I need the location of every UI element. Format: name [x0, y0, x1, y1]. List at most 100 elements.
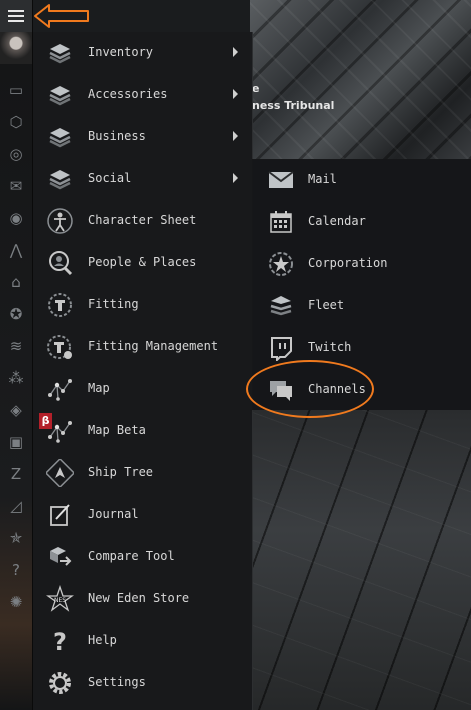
menu-item-accessories[interactable]: Accessories — [33, 74, 252, 116]
menu-item-label: Fitting Management — [88, 339, 219, 353]
chevron-right-icon — [233, 89, 238, 99]
journal-icon[interactable]: ◿ — [0, 490, 32, 522]
compare-icon — [44, 541, 76, 573]
main-menu-panel: Inventory Accessories Business Social Charac… — [33, 32, 253, 710]
stack-icon — [44, 121, 76, 153]
menu-item-label: Social — [88, 171, 132, 185]
menu-item-new-eden-store[interactable]: NES New Eden Store — [33, 578, 252, 620]
annotation-arrow — [34, 4, 89, 28]
mail-icon — [265, 164, 297, 196]
ship-tree-icon — [44, 457, 76, 489]
stack-icon — [44, 163, 76, 195]
menu-item-label: Map — [88, 381, 110, 395]
submenu-item-fleet[interactable]: Fleet — [252, 285, 471, 327]
social-submenu-panel: Mail Calendar Corporation Fleet Twitch Channe… — [252, 159, 471, 410]
chevron-right-icon — [233, 47, 238, 57]
submenu-item-label: Channels — [308, 382, 366, 396]
menu-item-social[interactable]: Social — [33, 158, 252, 200]
nes-icon: NES — [44, 583, 76, 615]
menu-item-label: Fitting — [88, 297, 139, 311]
submenu-item-corporation[interactable]: Corporation — [252, 243, 471, 285]
stack-icon — [44, 37, 76, 69]
menu-item-label: Business — [88, 129, 146, 143]
mail-icon[interactable]: ✉ — [0, 170, 32, 202]
submenu-item-label: Corporation — [308, 256, 388, 270]
menu-item-label: New Eden Store — [88, 591, 190, 605]
gear-icon — [44, 667, 76, 699]
nes-star-icon[interactable]: ✯ — [0, 522, 32, 554]
coin-icon[interactable]: ◉ — [0, 202, 32, 234]
menu-item-fitting[interactable]: Fitting — [33, 284, 252, 326]
journal-icon — [44, 499, 76, 531]
fleet-icon — [265, 290, 297, 322]
channels-icon — [265, 374, 297, 406]
chat-icon[interactable]: ▭ — [0, 74, 32, 106]
chevron-right-icon — [233, 173, 238, 183]
menu-item-label: People & Places — [88, 255, 197, 269]
menu-item-label: Ship Tree — [88, 465, 154, 479]
submenu-item-label: Calendar — [308, 214, 366, 228]
submenu-item-label: Fleet — [308, 298, 345, 312]
z-icon[interactable]: Z — [0, 458, 32, 490]
twitch-icon — [265, 332, 297, 364]
menu-item-character-sheet[interactable]: Character Sheet — [33, 200, 252, 242]
menu-item-label: Help — [88, 633, 117, 647]
submenu-item-label: Mail — [308, 172, 337, 186]
box-icon[interactable]: ⬡ — [0, 106, 32, 138]
help-icon: ? — [44, 625, 76, 657]
menu-item-people-places[interactable]: People & Places — [33, 242, 252, 284]
menu-item-label: Compare Tool — [88, 549, 175, 563]
menu-item-label: Accessories — [88, 87, 168, 101]
stack-icon — [44, 79, 76, 111]
calendar-icon — [265, 206, 297, 238]
factory-icon[interactable]: ⌂ — [0, 266, 32, 298]
space-station-view-bottom — [250, 410, 471, 710]
menu-item-label: Character Sheet — [88, 213, 197, 227]
menu-item-label: Inventory — [88, 45, 154, 59]
hamburger-line-icon — [8, 15, 24, 17]
fitting-management-icon — [44, 331, 76, 363]
star-badge-icon[interactable]: ✪ — [0, 298, 32, 330]
menu-item-fitting-management[interactable]: Fitting Management — [33, 326, 252, 368]
svg-text:NES: NES — [54, 597, 66, 604]
menu-item-ship-tree[interactable]: Ship Tree — [33, 452, 252, 494]
scene-caption-top: e — [252, 82, 260, 95]
window-icon[interactable]: ▣ — [0, 426, 32, 458]
beta-badge: β — [39, 413, 52, 429]
ship-icon[interactable]: ◈ — [0, 394, 32, 426]
menu-item-label: Journal — [88, 507, 139, 521]
search-person-icon[interactable]: ◎ — [0, 138, 32, 170]
menu-item-journal[interactable]: Journal — [33, 494, 252, 536]
space-station-view-top — [250, 0, 471, 160]
menu-item-business[interactable]: Business — [33, 116, 252, 158]
menu-item-map[interactable]: Map — [33, 368, 252, 410]
layers-icon[interactable]: ≋ — [0, 330, 32, 362]
submenu-item-calendar[interactable]: Calendar — [252, 201, 471, 243]
menu-item-map-beta[interactable]: β Map Beta — [33, 410, 252, 452]
corporation-icon — [265, 248, 297, 280]
gear-icon[interactable]: ✺ — [0, 586, 32, 618]
menu-item-label: Settings — [88, 675, 146, 689]
submenu-item-channels[interactable]: Channels — [252, 369, 471, 411]
help-icon[interactable]: ? — [0, 554, 32, 586]
chart-icon[interactable]: ⋀ — [0, 234, 32, 266]
map-icon — [44, 373, 76, 405]
neocom-sidebar: ▭ ⬡ ◎ ✉ ◉ ⋀ ⌂ ✪ ≋ ⁂ ◈ ▣ Z ◿ ✯? ✺ — [0, 0, 33, 710]
scene-caption: ness Tribunal — [252, 99, 335, 112]
hamburger-menu-button[interactable] — [0, 0, 32, 32]
submenu-item-twitch[interactable]: Twitch — [252, 327, 471, 369]
chevron-right-icon — [233, 131, 238, 141]
sidebar-shortcuts: ▭ ⬡ ◎ ✉ ◉ ⋀ ⌂ ✪ ≋ ⁂ ◈ ▣ Z ◿ ✯? ✺ — [0, 74, 32, 618]
menu-item-settings[interactable]: Settings — [33, 662, 252, 704]
menu-item-compare-tool[interactable]: Compare Tool — [33, 536, 252, 578]
submenu-item-label: Twitch — [308, 340, 352, 354]
map-beta-icon[interactable]: ⁂ — [0, 362, 32, 394]
fitting-icon — [44, 289, 76, 321]
people-icon — [44, 247, 76, 279]
menu-item-label: Map Beta — [88, 423, 146, 437]
hamburger-line-icon — [8, 20, 24, 22]
submenu-item-mail[interactable]: Mail — [252, 159, 471, 201]
character-avatar[interactable] — [0, 32, 32, 64]
menu-item-help[interactable]: ? Help — [33, 620, 252, 662]
menu-item-inventory[interactable]: Inventory — [33, 32, 252, 74]
